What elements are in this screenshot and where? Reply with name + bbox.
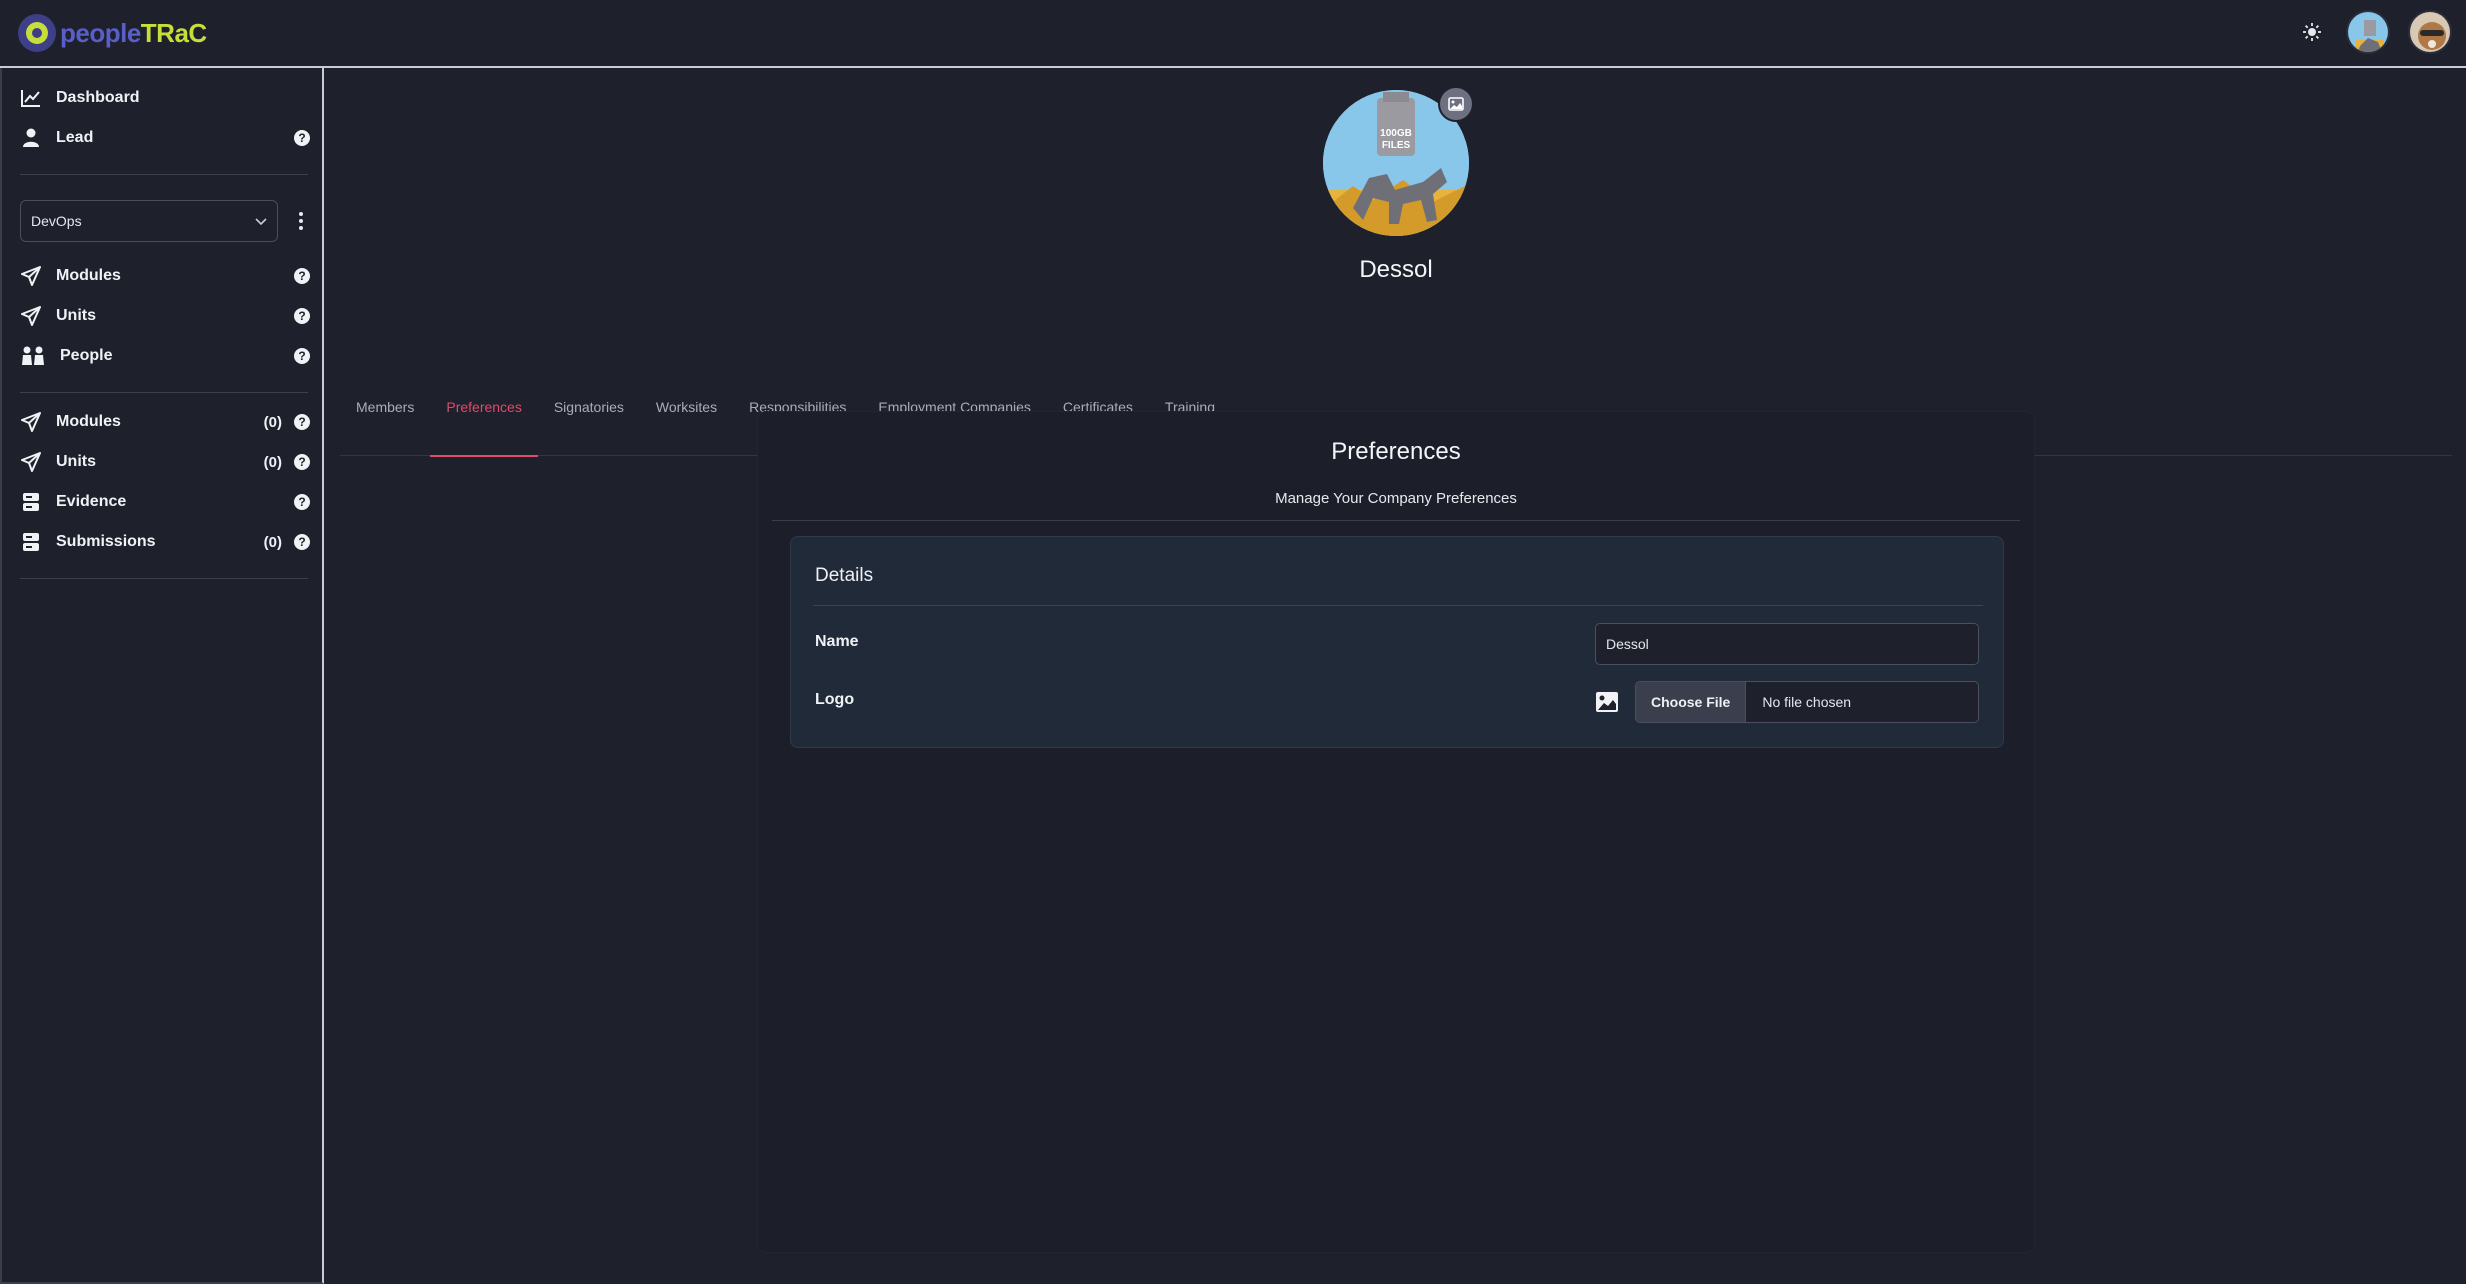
logo-text: peopleTRaC [60,17,207,48]
company-switch-avatar[interactable] [2346,10,2390,54]
sidebar-divider [20,392,308,393]
sidebar-divider [20,174,308,175]
help-icon[interactable]: ? [294,268,310,284]
send-icon [20,265,42,287]
help-icon[interactable]: ? [294,308,310,324]
preferences-panel: Preferences Manage Your Company Preferen… [758,412,2034,1252]
help-icon[interactable]: ? [294,414,310,430]
card-divider [813,605,1983,606]
logo-label: Logo [815,691,855,708]
sidebar-item-dashboard[interactable]: Dashboard [20,82,310,114]
file-status-text: No file chosen [1762,694,1852,710]
tab-worksites[interactable]: Worksites [640,372,733,442]
tab-signatories[interactable]: Signatories [538,372,640,442]
sidebar-item-my-modules[interactable]: Modules (0) ? [20,406,310,438]
details-card: Details Name Dessol Logo Choose File No … [790,536,2004,748]
help-icon[interactable]: ? [294,454,310,470]
sidebar-item-submissions[interactable]: Submissions (0) ? [20,526,310,558]
submissions-count: (0) [263,533,282,551]
modules-count: (0) [263,413,282,431]
team-select[interactable]: DevOps [20,200,278,242]
more-options-icon[interactable] [294,208,308,234]
send-icon [20,451,42,473]
user-icon [20,127,42,149]
choose-file-button[interactable]: Choose File [1636,682,1747,722]
edit-logo-image-icon[interactable] [1438,86,1474,122]
units-count: (0) [263,453,282,471]
main-content: 100GB FILES Dessol Members Preferences S… [326,68,2466,1284]
help-icon[interactable]: ? [294,534,310,550]
logo-file-input[interactable]: Choose File No file chosen [1635,681,1979,723]
panel-subtitle: Manage Your Company Preferences [1275,490,1517,507]
name-label: Name [815,633,859,650]
send-icon [20,411,42,433]
tab-preferences[interactable]: Preferences [430,372,539,457]
logo-mark-icon [18,14,56,52]
app-logo[interactable]: peopleTRaC [18,14,207,52]
sidebar-item-units[interactable]: Units ? [20,300,310,332]
sidebar-item-people[interactable]: People ? [20,340,310,372]
sidebar: Dashboard Lead ? DevOps Modules ? Units … [0,68,324,1284]
help-icon[interactable]: ? [294,348,310,364]
send-icon [20,305,42,327]
help-icon[interactable]: ? [294,130,310,146]
server-icon [20,531,42,553]
theme-toggle-sun-icon[interactable] [2296,16,2328,48]
company-name: Dessol [1359,256,1433,283]
sidebar-item-my-units[interactable]: Units (0) ? [20,446,310,478]
help-icon[interactable]: ? [294,494,310,510]
name-input[interactable]: Dessol [1595,623,1979,665]
chevron-down-icon [255,213,267,229]
sidebar-item-lead[interactable]: Lead ? [20,122,310,154]
chart-line-icon [20,87,42,109]
server-icon [20,491,42,513]
top-bar: peopleTRaC [0,0,2466,68]
image-icon [1595,691,1619,715]
sidebar-item-modules[interactable]: Modules ? [20,260,310,292]
details-title: Details [815,565,874,586]
people-icon [20,345,46,367]
sidebar-item-evidence[interactable]: Evidence ? [20,486,310,518]
user-avatar[interactable] [2408,10,2452,54]
tab-members[interactable]: Members [340,372,430,442]
panel-title: Preferences [1331,438,1461,465]
svg-text:FILES: FILES [1382,140,1411,151]
svg-text:100GB: 100GB [1380,128,1412,139]
panel-divider [772,520,2020,521]
sidebar-divider [20,578,308,579]
